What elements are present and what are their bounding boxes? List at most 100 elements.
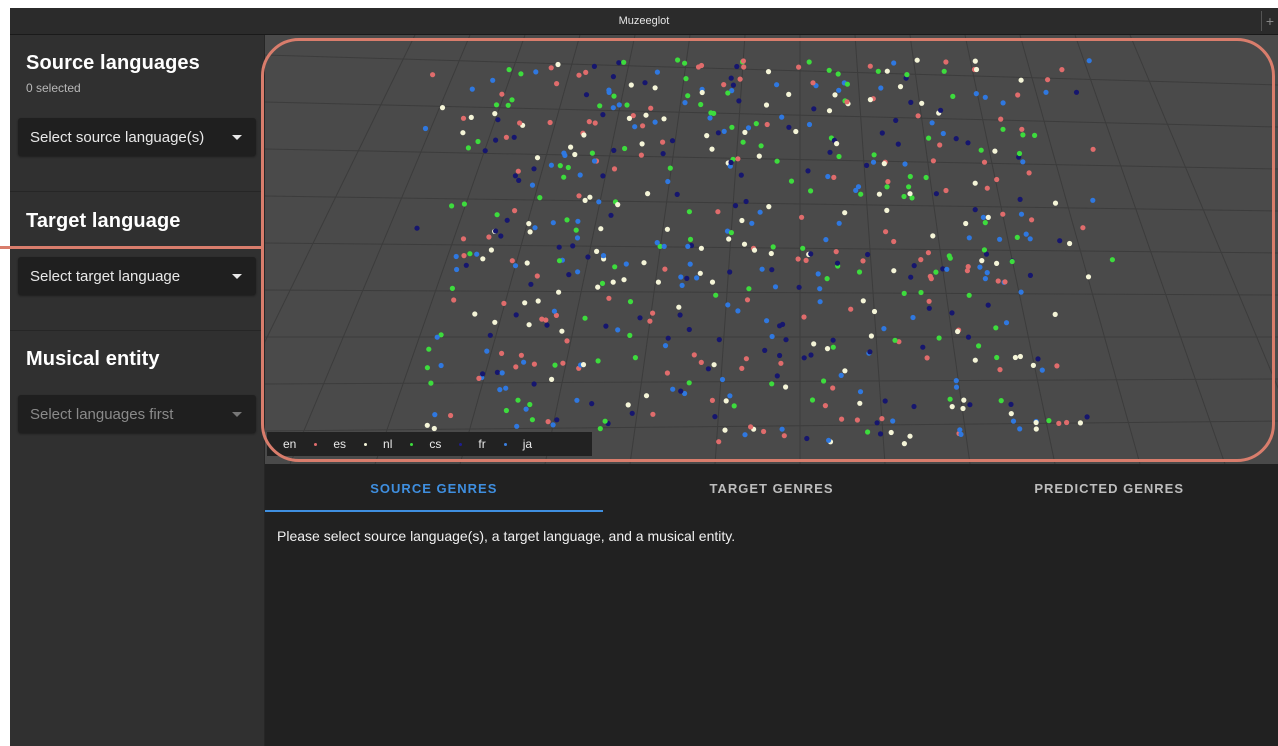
legend-item-es[interactable]: es (333, 437, 368, 451)
embedding-point (836, 220, 842, 226)
embedding-point (907, 173, 913, 180)
embedding-point (1052, 311, 1058, 317)
embedding-point (629, 410, 635, 416)
embedding-point (686, 209, 692, 215)
embedding-point (480, 256, 486, 262)
embedding-point (621, 277, 627, 283)
embedding-point (611, 93, 617, 99)
embedding-point (758, 143, 764, 149)
embedding-point (764, 318, 770, 324)
grid-line (265, 195, 1278, 212)
embedding-point (598, 226, 604, 232)
embedding-point (853, 187, 859, 193)
embedding-point (603, 323, 609, 329)
embedding-point (947, 396, 953, 402)
embedding-point (682, 60, 688, 66)
legend-item-nl[interactable]: nl (383, 437, 414, 451)
target-language-select[interactable]: Select target language (18, 257, 256, 295)
embedding-point (856, 269, 863, 275)
embedding-point (648, 105, 654, 111)
embedding-point (993, 325, 999, 331)
embedding-point (499, 91, 505, 97)
embedding-point (655, 279, 661, 285)
embedding-point (764, 121, 770, 128)
embedding-point (857, 389, 864, 395)
embedding-point (602, 418, 608, 424)
embedding-point (901, 441, 908, 447)
embedding-point (432, 412, 438, 418)
embedding-point (901, 193, 907, 200)
embedding-point (475, 138, 481, 145)
tab-target-genres[interactable]: TARGET GENRES (603, 464, 941, 512)
source-language-select[interactable]: Select source language(s) (18, 118, 256, 156)
embedding-point (821, 378, 827, 384)
embedding-point (1067, 240, 1073, 247)
embedding-3d-view[interactable] (265, 35, 1278, 464)
embedding-point (1080, 225, 1086, 231)
embedding-point (1026, 170, 1032, 176)
embedding-point (513, 364, 519, 370)
embedding-point (549, 376, 555, 382)
grid-line (265, 420, 1278, 432)
tab-predicted-genres[interactable]: PREDICTED GENRES (940, 464, 1278, 512)
embedding-point (1008, 411, 1014, 417)
embedding-point (795, 256, 801, 262)
grid-line (265, 101, 1278, 128)
embedding-point (910, 314, 916, 321)
embedding-point (796, 284, 802, 290)
embedding-point (684, 275, 690, 281)
embedding-point (434, 334, 440, 340)
embedding-point (560, 360, 566, 366)
legend-dot (314, 442, 318, 446)
embedding-point (803, 257, 809, 263)
embedding-point (953, 136, 959, 142)
embedding-point (826, 108, 833, 114)
embedding-point (826, 67, 832, 73)
embedding-point (709, 279, 716, 285)
embedding-scatter-svg[interactable] (265, 35, 1278, 464)
embedding-point (426, 346, 432, 352)
embedding-point (871, 308, 878, 315)
grid-line (629, 35, 691, 464)
embedding-point (779, 426, 785, 432)
embedding-point (925, 250, 932, 256)
embedding-point (926, 135, 932, 141)
legend-item-en[interactable]: en (283, 437, 318, 451)
embedding-point (953, 384, 960, 390)
target-language-heading: Target language (26, 210, 181, 232)
embedding-point (967, 402, 973, 408)
embedding-point (531, 361, 537, 367)
embedding-point (858, 191, 864, 197)
embedding-point (984, 185, 990, 191)
embedding-point (515, 168, 521, 174)
embedding-point (591, 63, 597, 69)
embedding-point (516, 177, 522, 183)
legend-item-fr[interactable]: fr (478, 437, 507, 451)
embedding-point (1030, 362, 1036, 368)
embedding-point (645, 191, 651, 197)
new-tab-button[interactable]: + (1261, 11, 1278, 31)
tab-source-genres[interactable]: SOURCE GENRES (265, 464, 603, 512)
embedding-point (848, 306, 854, 312)
embedding-point (1000, 100, 1006, 106)
embedding-point (678, 388, 684, 394)
embedding-point (857, 400, 863, 406)
embedding-point (765, 69, 772, 75)
embedding-point (883, 229, 889, 235)
embedding-point (1018, 211, 1025, 217)
embedding-point (624, 102, 630, 108)
embedding-point (981, 247, 988, 253)
embedding-point (709, 397, 715, 403)
embedding-point (596, 199, 602, 205)
embedding-point (594, 248, 600, 254)
legend-item-ja[interactable]: ja (523, 437, 532, 451)
legend-item-cs[interactable]: cs (429, 437, 463, 451)
musical-entity-select[interactable]: Select languages first (18, 395, 256, 433)
embedding-point (844, 81, 851, 87)
embedding-point (891, 238, 897, 245)
embedding-point (640, 123, 646, 129)
embedding-point (947, 255, 953, 261)
embedding-point (660, 151, 666, 157)
embedding-point (556, 244, 562, 250)
embedding-point (746, 286, 752, 292)
